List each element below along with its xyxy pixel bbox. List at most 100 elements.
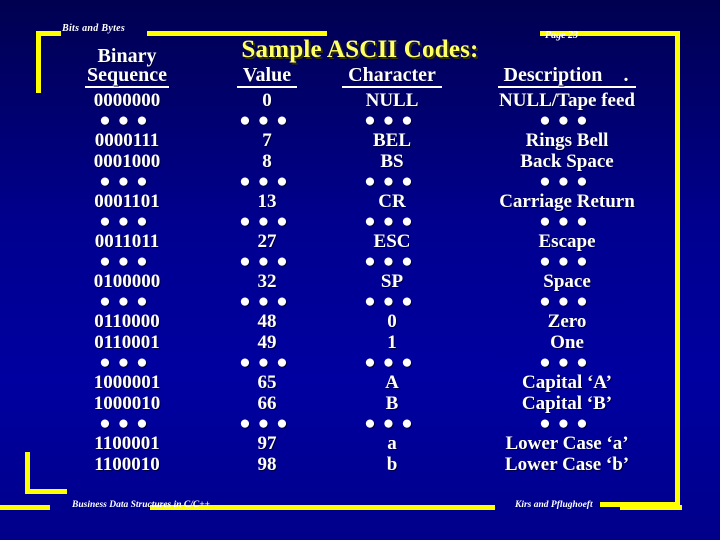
cell-value: 49 (257, 332, 277, 353)
footer-course-title: Business Data Structures in C/C++ (72, 500, 211, 510)
column-header-description-text: Description (503, 64, 603, 86)
cell-character: CR (378, 191, 406, 212)
ellipsis-dots: ●●● (539, 110, 595, 131)
ellipsis-dots: ●●● (239, 413, 295, 434)
cell-binary: 1000001 (93, 372, 161, 393)
column-header-value: Value (212, 46, 322, 90)
separator-cell-binary: ●●● (42, 292, 212, 311)
ellipsis-dots: ●●● (539, 291, 595, 312)
separator-cell-binary: ●●● (42, 212, 212, 231)
separator-cell-value: ●●● (212, 353, 322, 372)
column-header-description: Description . (462, 46, 672, 90)
column-header-description-period: . (623, 64, 629, 86)
cell-description: One (550, 332, 584, 353)
ellipsis-dots: ●●● (364, 211, 420, 232)
table-row: 0001101 13 CR Carriage Return (42, 191, 672, 212)
ellipsis-dots: ●●● (364, 171, 420, 192)
cell-value: 8 (262, 151, 272, 172)
ellipsis-dots: ●●● (539, 413, 595, 434)
separator-cell-character: ●●● (322, 292, 462, 311)
cell-character: NULL (365, 90, 419, 111)
table-separator-row: ●●● ●●● ●●● ●●● (42, 252, 672, 271)
table-separator-row: ●●● ●●● ●●● ●●● (42, 353, 672, 372)
ellipsis-dots: ●●● (364, 291, 420, 312)
ellipsis-dots: ●●● (364, 110, 420, 131)
separator-cell-character: ●●● (322, 353, 462, 372)
cell-value: 27 (257, 231, 277, 252)
ellipsis-dots: ●●● (364, 251, 420, 272)
table-body: 0000000 0 NULL NULL/Tape feed ●●● ●●● ●●● ●●● 00… (42, 90, 672, 475)
cell-value: 48 (257, 311, 277, 332)
cell-value: 0 (262, 90, 272, 111)
cell-description: Capital ‘B’ (521, 393, 613, 414)
cell-character: SP (380, 271, 404, 292)
column-header-binary-line2: Sequence (85, 64, 169, 88)
cell-binary: 0110001 (94, 332, 160, 353)
ellipsis-dots: ●●● (239, 352, 295, 373)
cell-character: 0 (387, 311, 397, 332)
cell-description: Lower Case ‘b’ (504, 454, 630, 475)
ellipsis-dots: ●●● (364, 413, 420, 434)
ellipsis-dots: ●●● (239, 291, 295, 312)
separator-cell-description: ●●● (462, 212, 672, 231)
column-header-character-label: Character (342, 65, 442, 88)
cell-binary: 0011011 (94, 231, 160, 252)
cell-description: Carriage Return (499, 191, 635, 212)
table: Binary Sequence Value Character Descript… (42, 46, 672, 475)
separator-cell-character: ●●● (322, 111, 462, 130)
frame-border-right (675, 31, 680, 507)
cell-description: Rings Bell (525, 130, 609, 151)
cell-character: BEL (372, 130, 412, 151)
cell-character: b (386, 454, 398, 475)
separator-cell-description: ●●● (462, 292, 672, 311)
table-row: 0000111 7 BEL Rings Bell (42, 130, 672, 151)
ellipsis-dots: ●●● (239, 251, 295, 272)
ellipsis-dots: ●●● (239, 211, 295, 232)
cell-value: 66 (257, 393, 277, 414)
ellipsis-dots: ●●● (539, 251, 595, 272)
cell-binary: 0000111 (94, 130, 160, 151)
cell-description: Lower Case ‘a’ (505, 433, 629, 454)
cell-character: BS (380, 151, 404, 172)
separator-cell-binary: ●●● (42, 111, 212, 130)
table-row: 1000010 66 B Capital ‘B’ (42, 393, 672, 414)
ellipsis-dots: ●●● (239, 110, 295, 131)
header-row: Binary Sequence Value Character Descript… (42, 46, 672, 90)
separator-cell-description: ●●● (462, 414, 672, 433)
separator-cell-value: ●●● (212, 111, 322, 130)
footer-authors: Kirs and Pflughoeft (515, 500, 593, 510)
cell-character: a (387, 433, 397, 454)
cell-value: 7 (262, 130, 272, 151)
cell-binary: 0001101 (94, 191, 160, 212)
table-row: 1100010 98 b Lower Case ‘b’ (42, 454, 672, 475)
cell-description: Space (543, 271, 591, 292)
cell-value: 98 (257, 454, 277, 475)
footer-rule-right (620, 505, 682, 510)
cell-binary: 0110000 (94, 311, 160, 332)
column-header-value-label: Value (236, 65, 298, 88)
separator-cell-description: ●●● (462, 353, 672, 372)
table-row: 0100000 32 SP Space (42, 271, 672, 292)
cell-description: Back Space (520, 151, 614, 172)
table-row: 0110000 48 0 Zero (42, 311, 672, 332)
table-separator-row: ●●● ●●● ●●● ●●● (42, 212, 672, 231)
cell-binary: 0001000 (93, 151, 161, 172)
separator-cell-description: ●●● (462, 172, 672, 191)
cell-character: ESC (373, 231, 411, 252)
column-header-character: Character (322, 46, 462, 90)
separator-cell-value: ●●● (212, 252, 322, 271)
column-header-binary-line1: Binary (97, 45, 157, 67)
cell-binary: 1000010 (93, 393, 161, 414)
ellipsis-dots: ●●● (99, 291, 155, 312)
column-header-description-label: Description . (497, 64, 637, 88)
frame-border-bottom-left-h (25, 489, 67, 494)
separator-cell-description: ●●● (462, 252, 672, 271)
separator-cell-value: ●●● (212, 414, 322, 433)
table-separator-row: ●●● ●●● ●●● ●●● (42, 414, 672, 433)
separator-cell-binary: ●●● (42, 252, 212, 271)
separator-cell-value: ●●● (212, 212, 322, 231)
separator-cell-character: ●●● (322, 172, 462, 191)
separator-cell-binary: ●●● (42, 414, 212, 433)
separator-cell-description: ●●● (462, 111, 672, 130)
ellipsis-dots: ●●● (99, 413, 155, 434)
